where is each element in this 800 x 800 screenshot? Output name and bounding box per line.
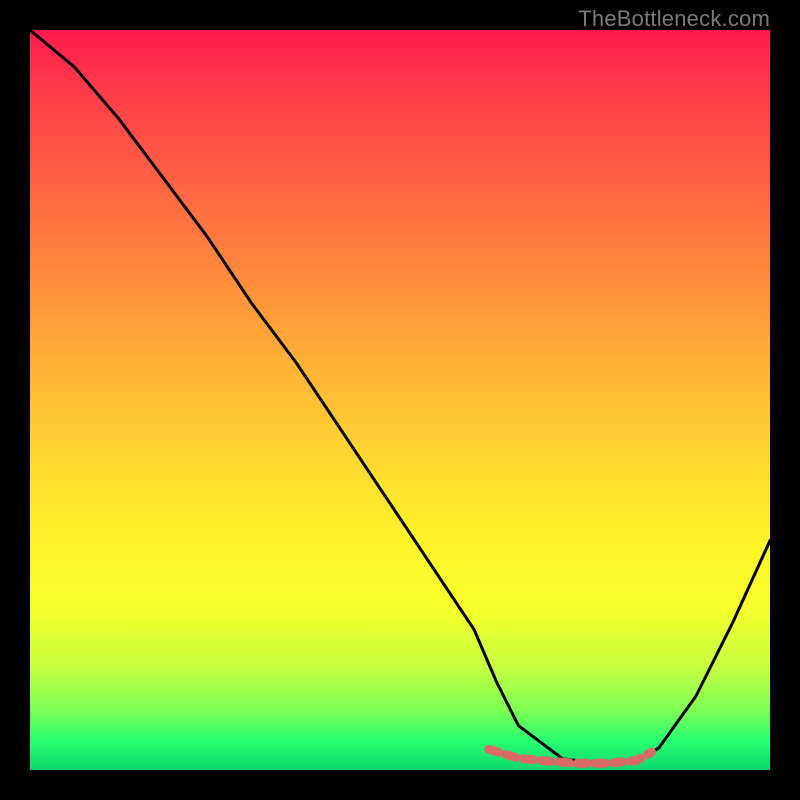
bottleneck-floor-highlight-line <box>489 749 652 763</box>
chart-frame: TheBottleneck.com <box>0 0 800 800</box>
watermark-text: TheBottleneck.com <box>578 6 770 32</box>
plot-area <box>30 30 770 770</box>
chart-svg <box>30 30 770 770</box>
bottleneck-curve-line <box>30 30 770 764</box>
